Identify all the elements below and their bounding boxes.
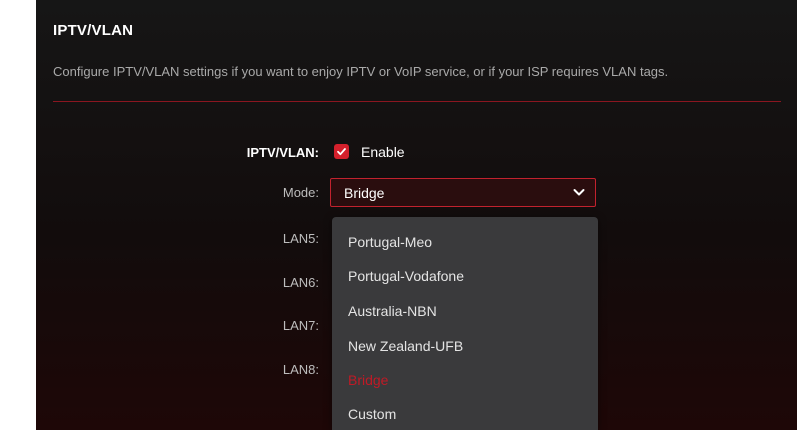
option-portugal-vodafone[interactable]: Portugal-Vodafone	[348, 268, 464, 284]
option-australia-nbn[interactable]: Australia-NBN	[348, 303, 437, 319]
section-title: IPTV/VLAN	[53, 22, 134, 39]
enable-label[interactable]: Enable	[361, 144, 405, 160]
option-portugal-meo[interactable]: Portugal-Meo	[348, 234, 432, 250]
mode-dropdown-menu: Portugal-Meo Portugal-Vodafone Australia…	[332, 217, 598, 430]
lan7-label: LAN7:	[282, 318, 319, 333]
checkmark-icon	[337, 148, 346, 156]
mode-label: Mode:	[282, 185, 319, 200]
enable-checkbox[interactable]	[334, 144, 349, 159]
chevron-down-icon	[573, 189, 585, 196]
option-new-zealand-ufb[interactable]: New Zealand-UFB	[348, 338, 463, 354]
lan8-label: LAN8:	[282, 362, 319, 377]
iptv-vlan-label: IPTV/VLAN:	[246, 145, 319, 160]
option-bridge[interactable]: Bridge	[348, 372, 388, 388]
mode-select-value: Bridge	[344, 185, 385, 201]
lan5-label: LAN5:	[282, 231, 319, 246]
section-description: Configure IPTV/VLAN settings if you want…	[53, 64, 669, 79]
option-custom[interactable]: Custom	[348, 406, 396, 422]
mode-select[interactable]: Bridge	[330, 178, 596, 207]
section-divider	[53, 101, 781, 102]
lan6-label: LAN6:	[282, 275, 319, 290]
iptv-settings-panel: IPTV/VLAN Configure IPTV/VLAN settings i…	[36, 0, 797, 430]
